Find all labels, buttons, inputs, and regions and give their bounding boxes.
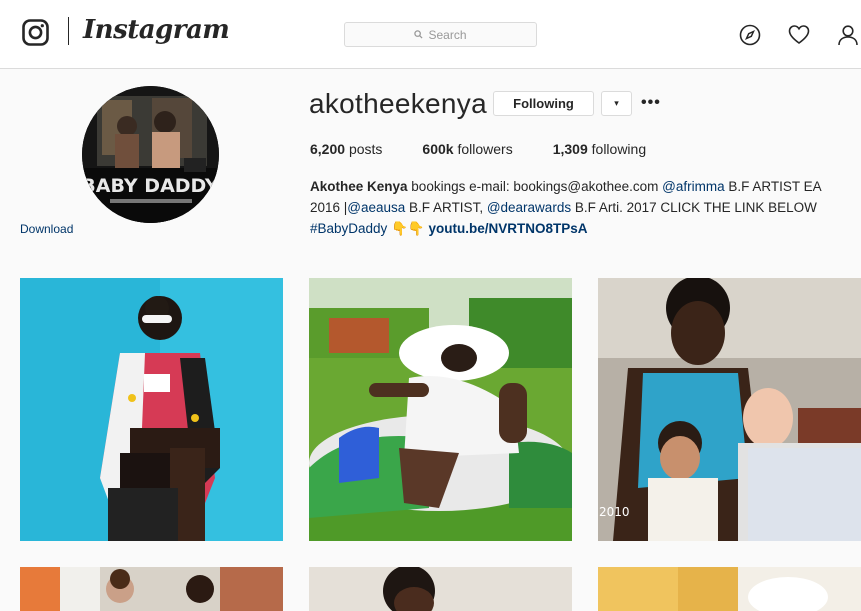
followers-count: 600k xyxy=(422,141,454,157)
search-icon xyxy=(414,30,424,39)
instagram-camera-icon[interactable] xyxy=(22,19,49,46)
pointing-down-emoji: 👇👇 xyxy=(391,221,425,236)
post-thumbnail[interactable]: 2010 xyxy=(598,278,861,541)
posts-stat: 6,200 posts xyxy=(310,141,382,157)
bio-hashtag-link[interactable]: #BabyDaddy xyxy=(310,221,387,236)
bio-text: B.F ARTIST, xyxy=(405,200,487,215)
bio-mention-link[interactable]: @afrimma xyxy=(662,179,724,194)
posts-count: 6,200 xyxy=(310,141,346,157)
profile-avatar[interactable]: BABY DADDY xyxy=(82,86,219,223)
post-thumbnail[interactable] xyxy=(20,567,283,611)
activity-heart-icon[interactable] xyxy=(788,24,810,46)
followers-stat[interactable]: 600k followers xyxy=(422,141,512,157)
following-label: following xyxy=(591,141,647,157)
post-thumbnail[interactable] xyxy=(598,567,861,611)
post-thumbnail[interactable] xyxy=(20,278,283,541)
more-options-icon[interactable]: ••• xyxy=(641,94,661,112)
logo-divider xyxy=(68,17,69,45)
profile-stats: 6,200 posts 600k followers 1,309 followi… xyxy=(310,141,686,157)
download-link[interactable]: Download xyxy=(20,222,73,236)
profile-username: akotheekenya xyxy=(309,88,487,119)
following-button[interactable]: Following xyxy=(493,91,594,116)
profile-person-icon[interactable] xyxy=(837,24,859,46)
bio-text: B.F Arti. 2017 CLICK THE LINK BELOW xyxy=(571,200,817,215)
chevron-down-icon: ▾ xyxy=(614,98,619,108)
bio-text: bookings e-mail: bookings@akothee.com xyxy=(407,179,663,194)
explore-compass-icon[interactable] xyxy=(739,24,761,46)
following-count: 1,309 xyxy=(552,141,588,157)
top-navigation-bar: Instagram Search xyxy=(0,0,861,69)
profile-bio: Akothee Kenya bookings e-mail: bookings@… xyxy=(310,176,840,239)
bio-external-link[interactable]: youtu.be/NVRTNO8TPsA xyxy=(428,221,587,236)
instagram-wordmark[interactable]: Instagram xyxy=(83,15,230,45)
posts-label: posts xyxy=(348,141,383,157)
bio-mention-link[interactable]: @dearawards xyxy=(487,200,571,215)
search-input[interactable]: Search xyxy=(344,22,537,47)
search-placeholder: Search xyxy=(428,27,467,42)
bio-mention-link[interactable]: @aeausa xyxy=(347,200,405,215)
post-thumbnail[interactable] xyxy=(309,567,572,611)
avatar-text: BABY DADDY xyxy=(82,175,219,197)
post-thumbnail[interactable] xyxy=(309,278,572,541)
following-stat[interactable]: 1,309 following xyxy=(553,141,646,157)
bio-full-name: Akothee Kenya xyxy=(310,179,408,194)
followers-label: followers xyxy=(457,141,513,157)
photo-date-stamp: 2010 xyxy=(599,505,630,519)
suggested-dropdown-button[interactable]: ▾ xyxy=(601,91,632,116)
